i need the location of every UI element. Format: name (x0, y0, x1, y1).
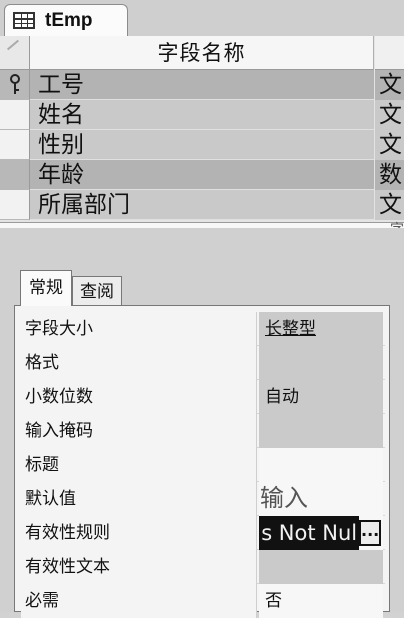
property-row[interactable]: 格式 (21, 346, 385, 380)
grid-header-row: 字段名称 (0, 36, 404, 70)
table-tab[interactable]: tEmp (4, 4, 128, 36)
row-selector[interactable] (0, 190, 30, 220)
primary-key-icon (8, 74, 22, 96)
tab-lookup[interactable]: 查阅 (72, 276, 122, 306)
property-label: 格式 (21, 346, 257, 380)
property-label: 必需 (21, 584, 257, 618)
tab-title: tEmp (45, 9, 93, 31)
property-label: 小数位数 (21, 380, 257, 414)
field-name-column-header[interactable]: 字段名称 (30, 36, 374, 70)
data-type-cell[interactable]: 数 (375, 160, 404, 190)
field-row[interactable]: 姓名 文 (0, 100, 404, 130)
property-row[interactable]: 有效性文本 (21, 550, 385, 584)
property-row[interactable]: 默认值 (21, 482, 385, 516)
property-row[interactable]: 小数位数 自动 (21, 380, 385, 414)
general-properties-panel: 字段大小 长整型 格式 小数位数 自动 输入掩码 标题 默认值 有效性规则 Is… (14, 305, 390, 618)
property-row[interactable]: 输入掩码 (21, 414, 385, 448)
field-name-cell[interactable]: 所属部门 (30, 190, 374, 220)
grid-corner[interactable] (0, 36, 30, 70)
data-type-cell[interactable]: 文 (375, 130, 404, 160)
property-label: 字段大小 (21, 312, 257, 346)
required-value[interactable]: 否 (259, 584, 383, 618)
input-mask-value[interactable] (259, 414, 383, 448)
validation-rule-value[interactable]: Is Not Null ... (259, 516, 383, 550)
property-label: 输入掩码 (21, 414, 257, 448)
caption-value[interactable] (259, 448, 383, 482)
tab-general[interactable]: 常规 (20, 270, 72, 306)
property-label: 默认值 (21, 482, 257, 516)
corner-mark-icon (6, 39, 20, 51)
data-type-cell[interactable]: 文 (375, 100, 404, 130)
validation-rule-text: Is Not Null (259, 521, 359, 545)
data-type-column-header[interactable] (375, 36, 404, 70)
field-properties-pane: 常规 查阅 字段大小 长整型 格式 小数位数 自动 输入掩码 标题 默认值 有效… (0, 228, 404, 618)
data-type-cell[interactable]: 文 (375, 70, 404, 100)
property-row[interactable]: 必需 否 (21, 584, 385, 618)
field-design-grid: 字段名称 工号 文 姓名 文 性别 文 年龄 数 所属部门 文 (0, 36, 404, 222)
table-icon (13, 12, 35, 29)
field-row[interactable]: 工号 文 (0, 70, 404, 100)
validation-text-value[interactable] (259, 550, 383, 584)
property-row[interactable]: 标题 (21, 448, 385, 482)
field-name-cell[interactable]: 姓名 (30, 100, 374, 130)
validation-rule-input[interactable]: Is Not Null (259, 516, 359, 550)
decimal-places-value[interactable]: 自动 (259, 380, 383, 414)
format-value[interactable] (259, 346, 383, 380)
property-table: 字段大小 长整型 格式 小数位数 自动 输入掩码 标题 默认值 有效性规则 Is… (21, 312, 385, 618)
field-size-value[interactable]: 长整型 (259, 312, 383, 346)
row-selector[interactable] (0, 160, 30, 190)
field-name-cell[interactable]: 工号 (30, 70, 374, 100)
field-size-text: 长整型 (265, 319, 316, 339)
property-row[interactable]: 有效性规则 Is Not Null ... (21, 516, 385, 550)
field-row[interactable]: 年龄 数 (0, 160, 404, 190)
document-tab-bar: tEmp (0, 0, 404, 36)
hint-text: 输入 (260, 484, 308, 512)
row-selector[interactable] (0, 100, 30, 130)
property-label: 有效性规则 (21, 516, 257, 550)
field-name-cell[interactable]: 年龄 (30, 160, 374, 190)
row-selector[interactable] (0, 70, 30, 100)
property-row[interactable]: 字段大小 长整型 (21, 312, 385, 346)
property-label: 有效性文本 (21, 550, 257, 584)
expression-builder-button[interactable]: ... (359, 520, 381, 546)
field-name-cell[interactable]: 性别 (30, 130, 374, 160)
row-selector[interactable] (0, 130, 30, 160)
property-label: 标题 (21, 448, 257, 482)
data-type-cell[interactable]: 文 (375, 190, 404, 220)
field-row[interactable]: 所属部门 文 (0, 190, 404, 220)
field-row[interactable]: 性别 文 (0, 130, 404, 160)
